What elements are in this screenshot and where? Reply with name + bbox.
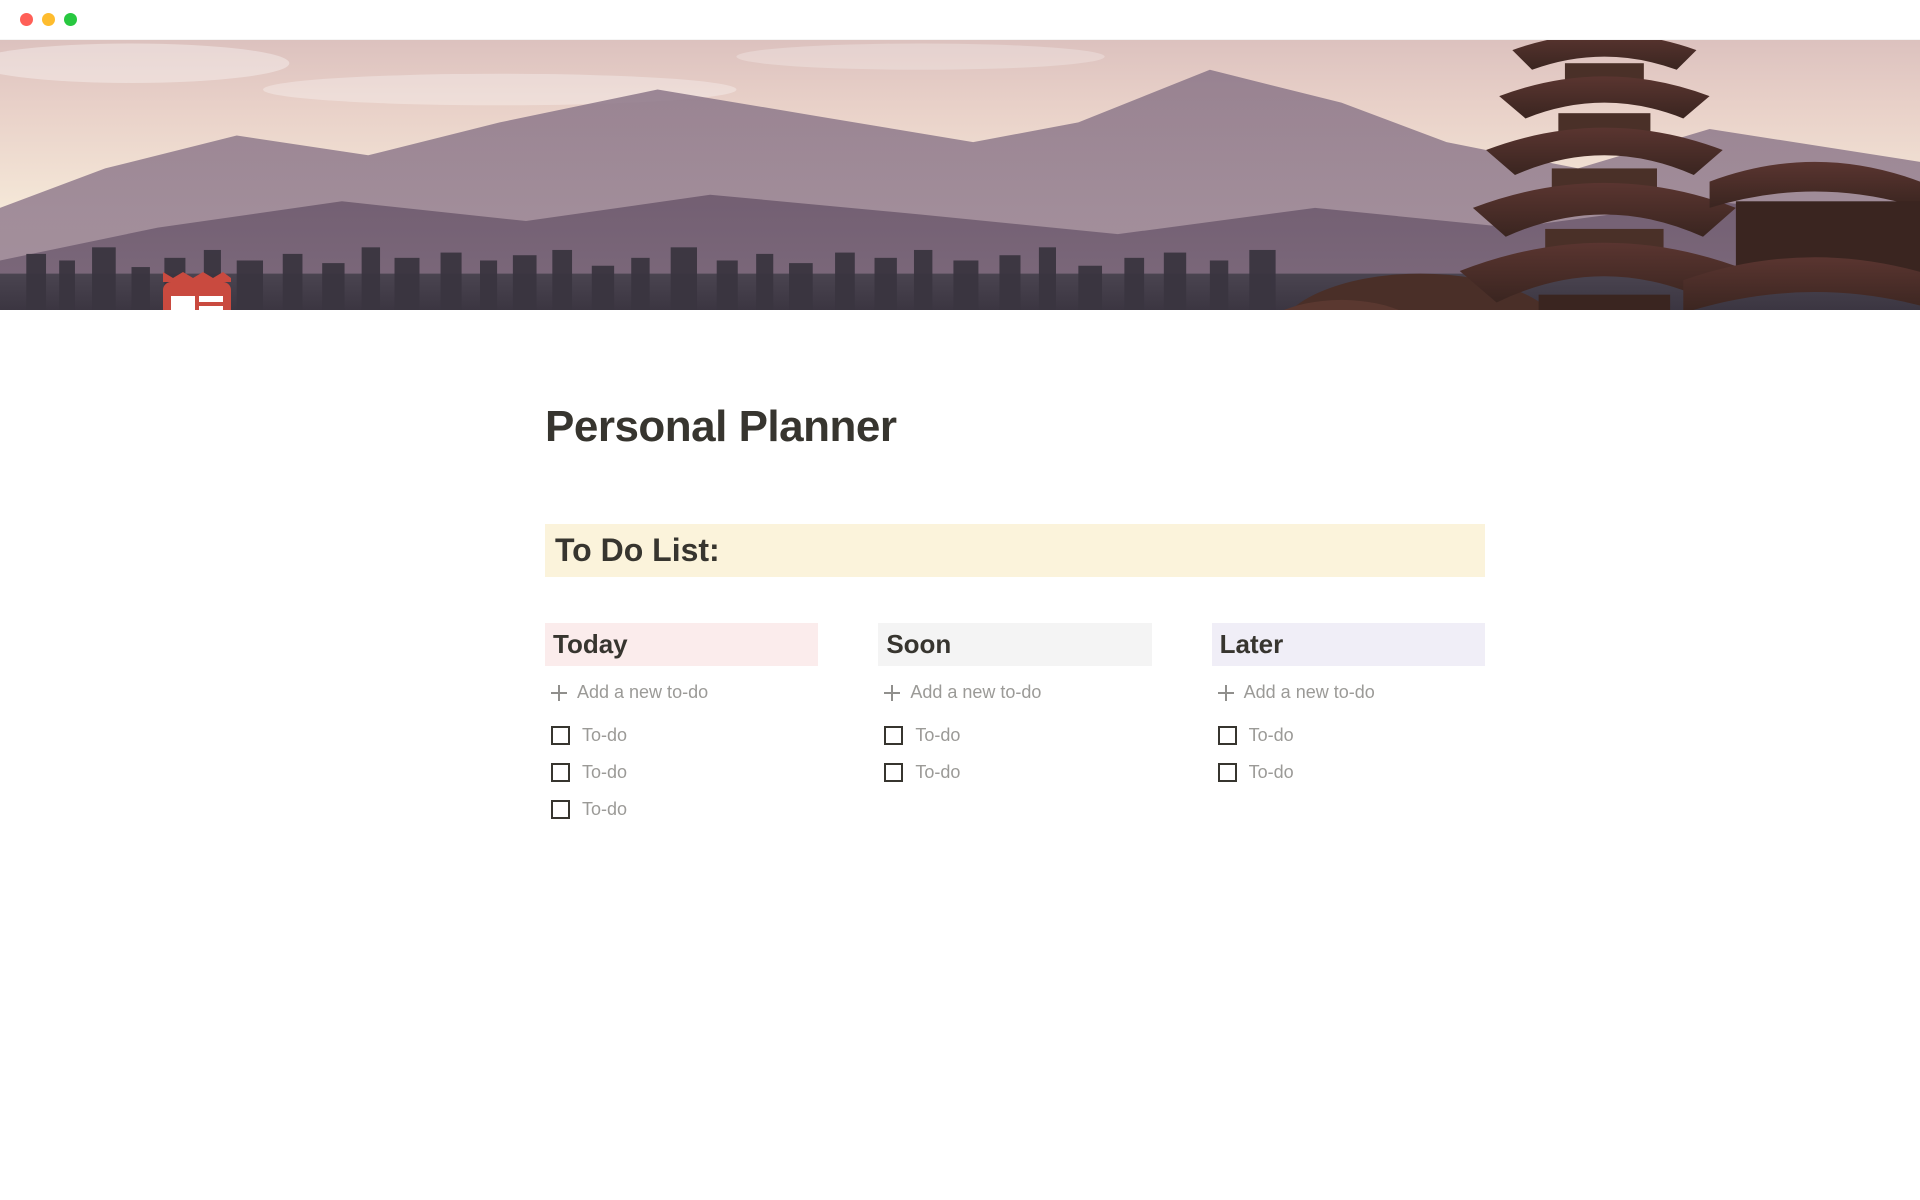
todo-item[interactable]: To-do [545,754,818,791]
cover-image[interactable] [0,40,1920,310]
checkbox-icon[interactable] [1218,763,1237,782]
column-soon: Soon Add a new to-do To-do To-do [878,623,1151,828]
window-chrome [0,0,1920,40]
page-icon[interactable] [155,264,239,310]
checkbox-icon[interactable] [884,726,903,745]
column-heading-soon[interactable]: Soon [878,623,1151,666]
column-heading-today[interactable]: Today [545,623,818,666]
column-later: Later Add a new to-do To-do To-do [1212,623,1485,828]
section-heading[interactable]: To Do List: [545,524,1485,577]
todo-label[interactable]: To-do [582,762,627,783]
add-todo-label: Add a new to-do [910,682,1041,703]
checkbox-icon[interactable] [884,763,903,782]
columns-container: Today Add a new to-do To-do To-do To-do [545,623,1485,828]
column-heading-later[interactable]: Later [1212,623,1485,666]
todo-item[interactable]: To-do [1212,717,1485,754]
window-minimize-button[interactable] [42,13,55,26]
plus-icon [884,685,900,701]
todo-item[interactable]: To-do [878,717,1151,754]
todo-label[interactable]: To-do [582,799,627,820]
todo-label[interactable]: To-do [582,725,627,746]
todo-item[interactable]: To-do [878,754,1151,791]
todo-item[interactable]: To-do [545,791,818,828]
plus-icon [551,685,567,701]
add-todo-soon[interactable]: Add a new to-do [878,674,1151,711]
plus-icon [1218,685,1234,701]
checkbox-icon[interactable] [1218,726,1237,745]
add-todo-label: Add a new to-do [577,682,708,703]
add-todo-today[interactable]: Add a new to-do [545,674,818,711]
window-maximize-button[interactable] [64,13,77,26]
todo-item[interactable]: To-do [545,717,818,754]
column-today: Today Add a new to-do To-do To-do To-do [545,623,818,828]
window-close-button[interactable] [20,13,33,26]
add-todo-later[interactable]: Add a new to-do [1212,674,1485,711]
add-todo-label: Add a new to-do [1244,682,1375,703]
checkbox-icon[interactable] [551,726,570,745]
todo-item[interactable]: To-do [1212,754,1485,791]
checkbox-icon[interactable] [551,800,570,819]
todo-label[interactable]: To-do [915,762,960,783]
todo-label[interactable]: To-do [915,725,960,746]
checkbox-icon[interactable] [551,763,570,782]
todo-label[interactable]: To-do [1249,762,1294,783]
todo-label[interactable]: To-do [1249,725,1294,746]
page-title[interactable]: Personal Planner [545,402,1485,452]
